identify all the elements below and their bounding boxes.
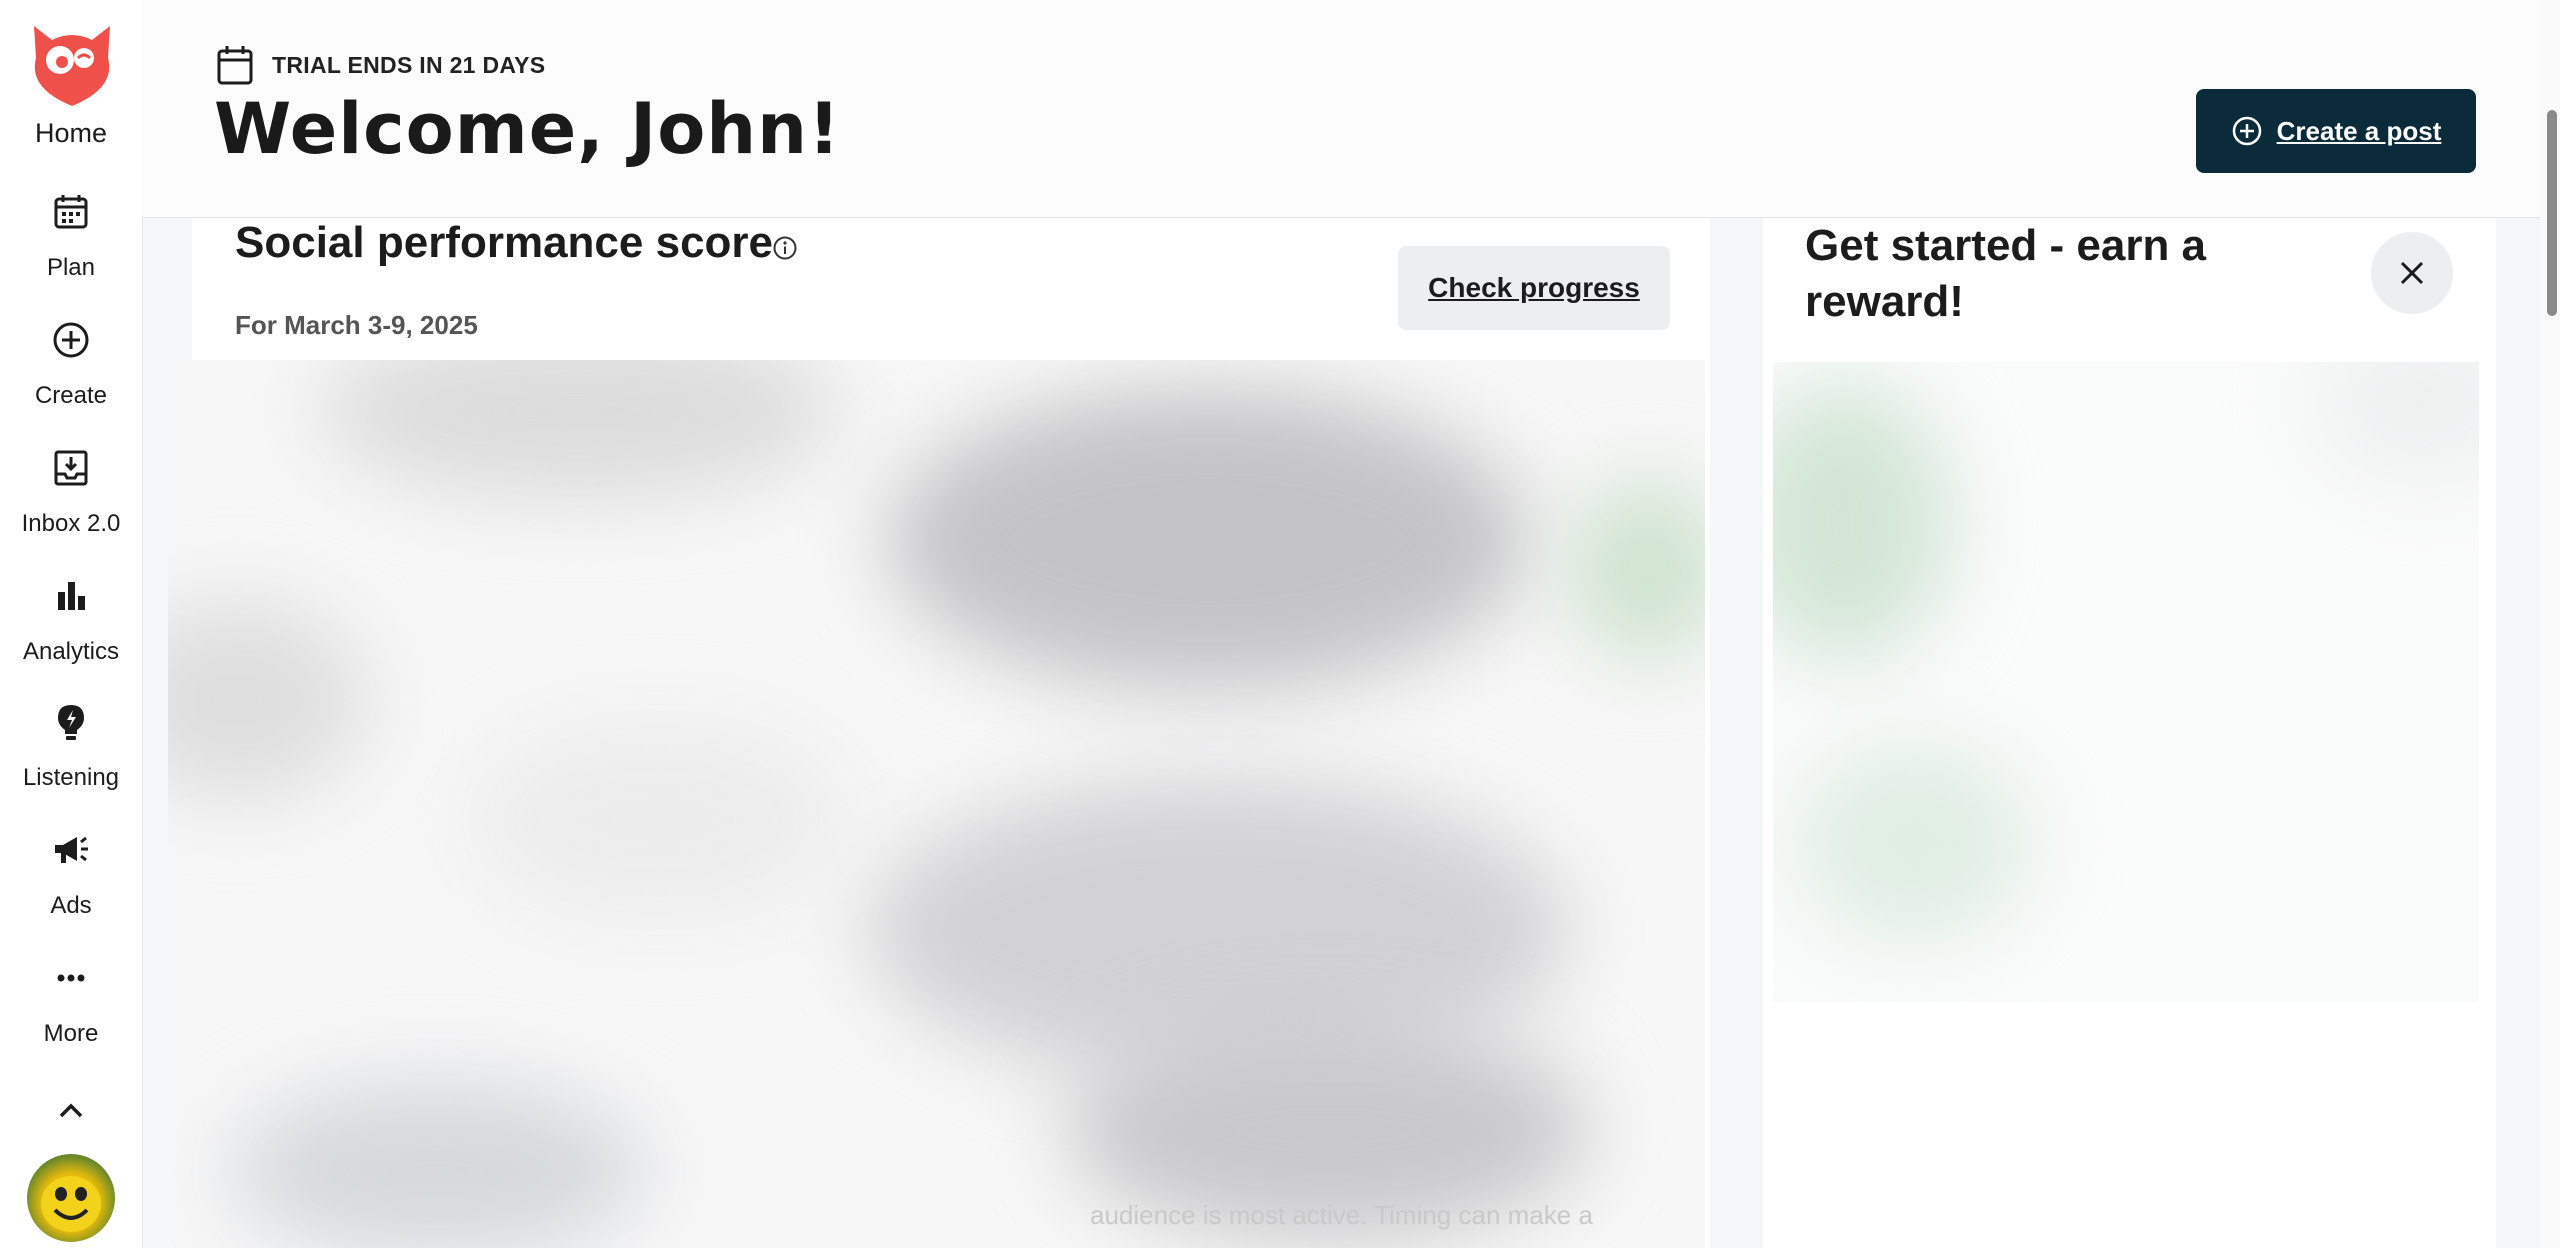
sidebar-item-label: Inbox 2.0 [21, 510, 121, 537]
scrollbar-thumb[interactable] [2547, 110, 2557, 316]
trial-text: TRIAL ENDS IN 21 DAYS [272, 51, 546, 78]
sidebar-item-ads[interactable]: Ads [0, 830, 142, 920]
sidebar-item-plan[interactable]: Plan [0, 192, 142, 282]
close-icon [2400, 261, 2424, 285]
owl-logo-icon[interactable] [24, 18, 120, 108]
inbox-icon [54, 450, 88, 486]
info-icon[interactable] [772, 235, 798, 261]
sidebar-item-label: More [43, 1020, 99, 1047]
more-dots-icon [57, 974, 85, 982]
avatar[interactable] [27, 1154, 115, 1242]
chevron-up-icon[interactable] [51, 1096, 91, 1126]
social-performance-card: Social performance score For March 3-9, … [168, 218, 1710, 1248]
sidebar: Home Plan Create Inbox 2.0 Analytics Lis… [0, 0, 143, 1248]
plus-circle-icon [53, 322, 89, 358]
card-title: Social performance score [235, 218, 774, 267]
sidebar-item-label: Listening [22, 764, 120, 791]
blurred-content [1773, 362, 2479, 1002]
create-post-button[interactable]: Create a post [2196, 89, 2476, 173]
reward-card: Get started - earn a reward! [1763, 218, 2496, 1248]
sidebar-item-create[interactable]: Create [0, 320, 142, 410]
page-header: TRIAL ENDS IN 21 DAYS Welcome, John! Cre… [142, 0, 2540, 218]
create-post-label: Create a post [2276, 115, 2442, 146]
sidebar-item-label: Plan [46, 254, 96, 281]
sidebar-item-analytics[interactable]: Analytics [0, 576, 142, 666]
plus-circle-icon [2232, 116, 2261, 146]
blurred-content [168, 360, 1705, 1248]
sidebar-item-listening[interactable]: Listening [0, 702, 142, 792]
sidebar-item-label: Home [34, 118, 108, 148]
calendar-icon [54, 195, 88, 229]
megaphone-icon [55, 836, 88, 863]
sidebar-item-home[interactable]: Home [0, 118, 142, 149]
lightbulb-icon [58, 705, 84, 740]
calendar-icon [217, 46, 253, 85]
faded-text: audience is most active. Timing can make… [1090, 1200, 1593, 1230]
bar-chart-icon [58, 582, 85, 610]
sidebar-item-label: Create [34, 382, 108, 409]
sidebar-item-label: Analytics [22, 638, 120, 665]
close-button[interactable] [2371, 232, 2453, 314]
date-range: For March 3-9, 2025 [235, 310, 478, 340]
check-progress-button[interactable]: Check progress [1398, 246, 1670, 330]
card-title: Get started - earn a reward! [1805, 221, 2207, 326]
trial-banner: TRIAL ENDS IN 21 DAYS [216, 44, 545, 86]
sidebar-item-more[interactable]: More [0, 958, 142, 1048]
sidebar-item-inbox[interactable]: Inbox 2.0 [0, 448, 142, 538]
page-title: Welcome, John! [214, 88, 841, 170]
sidebar-item-label: Ads [50, 892, 92, 919]
